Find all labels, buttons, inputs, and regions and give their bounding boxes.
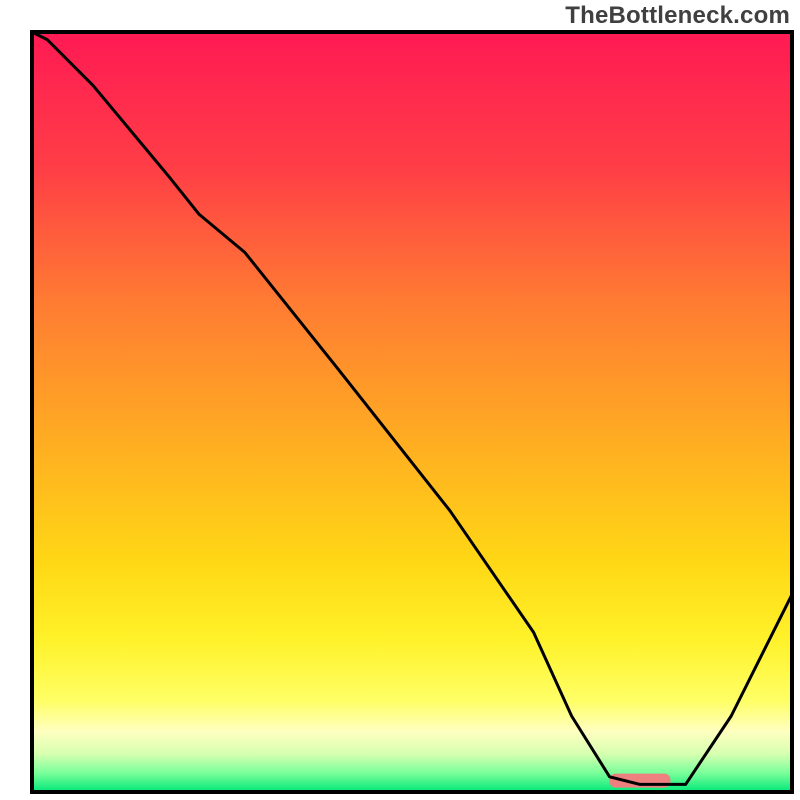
plot-background: [32, 32, 792, 792]
watermark-text: TheBottleneck.com: [565, 2, 790, 30]
bottleneck-chart: [0, 0, 800, 800]
